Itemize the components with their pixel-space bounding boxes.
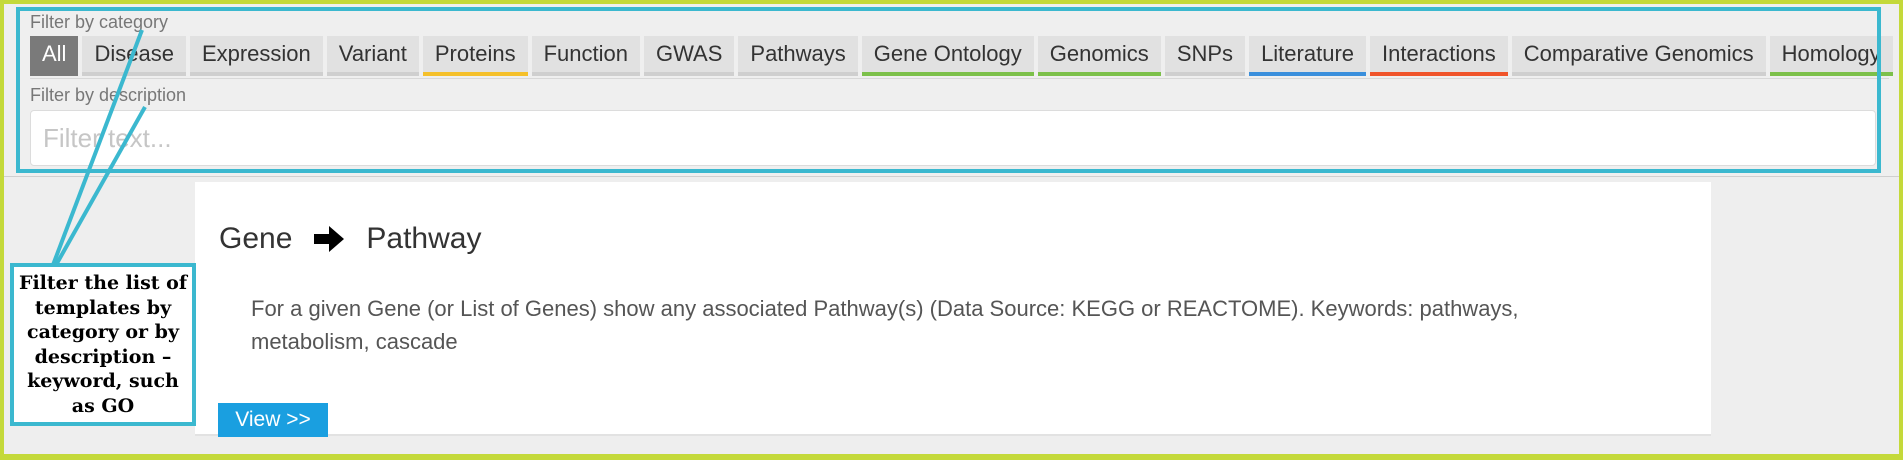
tab-comparative-genomics[interactable]: Comparative Genomics — [1511, 36, 1766, 76]
category-tabs: All Disease Expression Variant Proteins … — [30, 36, 1893, 76]
tab-gene-ontology[interactable]: Gene Ontology — [861, 36, 1034, 76]
tab-homology[interactable]: Homology — [1769, 36, 1893, 76]
card-title: Gene Pathway — [219, 222, 481, 256]
tab-snps[interactable]: SNPs — [1164, 36, 1246, 76]
filter-panel: Filter by category All Disease Expressio… — [4, 4, 1899, 177]
template-card: Gene Pathway For a given Gene (or List o… — [195, 182, 1711, 437]
tab-literature[interactable]: Literature — [1249, 36, 1367, 76]
filter-text-input[interactable] — [30, 110, 1876, 166]
app-frame: Filter by category All Disease Expressio… — [4, 4, 1899, 454]
card-description: For a given Gene (or List of Genes) show… — [251, 296, 1519, 354]
filter-description-label: Filter by description — [30, 85, 187, 105]
tab-interactions[interactable]: Interactions — [1370, 36, 1508, 76]
tab-disease[interactable]: Disease — [82, 36, 186, 76]
tab-genomics[interactable]: Genomics — [1037, 36, 1161, 76]
filter-category-label: Filter by category — [30, 12, 169, 32]
tab-expression[interactable]: Expression — [189, 36, 323, 76]
tab-proteins[interactable]: Proteins — [422, 36, 528, 76]
tab-pathways[interactable]: Pathways — [738, 36, 858, 76]
tab-all[interactable]: All — [30, 36, 79, 76]
arrow-right-icon — [314, 226, 345, 252]
view-button[interactable]: View >> — [218, 403, 328, 437]
tabs-divider — [30, 78, 1889, 79]
annotation-callout: Filter the list of templates by category… — [10, 263, 196, 426]
card-title-to: Pathway — [366, 222, 482, 255]
tab-gwas[interactable]: GWAS — [643, 36, 735, 76]
card-title-from: Gene — [219, 222, 293, 255]
tab-variant[interactable]: Variant — [326, 36, 419, 76]
tab-function[interactable]: Function — [531, 36, 640, 76]
